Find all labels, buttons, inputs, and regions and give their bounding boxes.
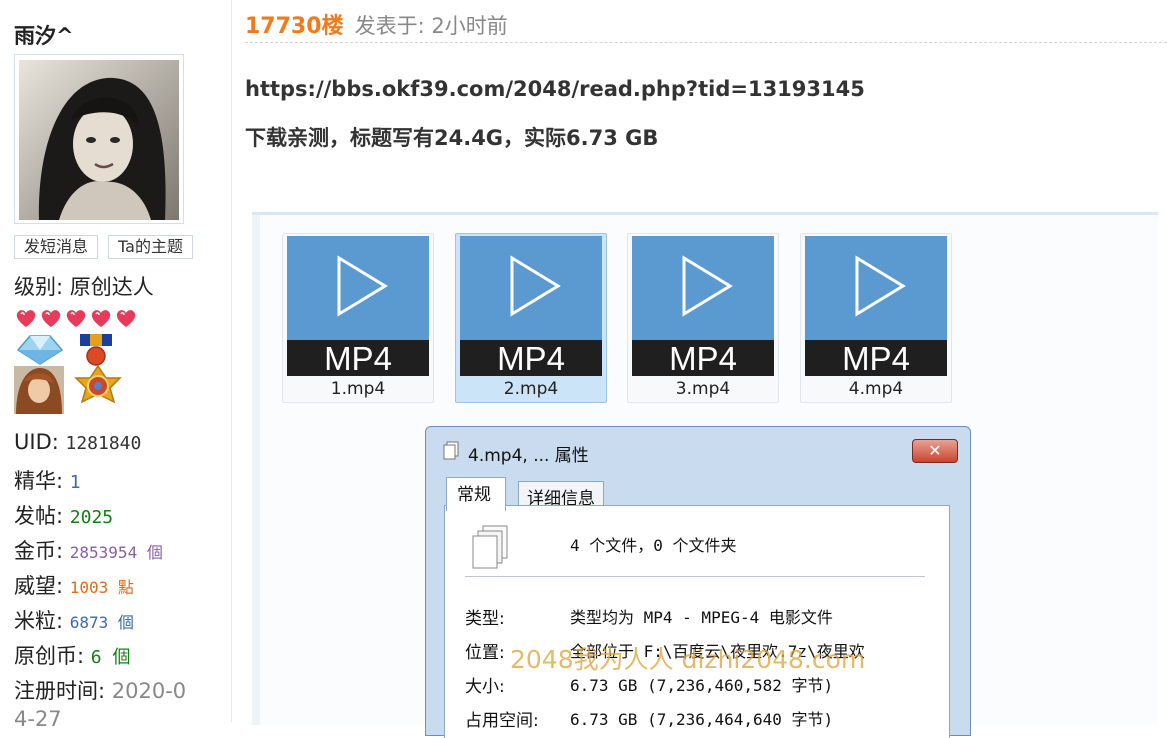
file-name: 3.mp4 [675,379,731,399]
mp4-file-icon: MP4 [632,236,774,376]
level-label: 级别: [14,275,64,299]
tab-general: 常规 [446,477,506,511]
file-name: 2.mp4 [503,379,559,399]
files-icon [443,441,459,460]
mp4-icon-label: MP4 [497,340,565,376]
stat-original-coins: 原创币: 6 個 [14,644,131,668]
character-avatar-icon[interactable] [14,366,64,414]
prop-location-label: 位置: [465,643,505,663]
post-link[interactable]: https://bbs.okf39.com/2048/read.php?tid=… [245,77,865,101]
post-header: 17730楼 发表于: 2小时前 [245,8,1167,43]
user-action-buttons: 发短消息 Ta的主题 [14,235,193,259]
stat-essence: 精华: 1 [14,469,81,493]
gold-badge-icon[interactable] [74,364,122,404]
mp4-icon-label: MP4 [842,340,910,376]
file-item: MP4 3.mp4 [627,233,779,403]
user-sidebar: 雨汐^ 发短消息 Ta的主题 级别: 原创达人 UID: 1281840 精华:… [0,0,232,731]
heart-icon [66,310,86,327]
diamond-medal-icon[interactable] [16,335,64,365]
level-value: 原创达人 [69,275,154,299]
post-screenshot-image[interactable]: MP4 1.mp4 MP4 2.mp4 MP4 3.mp4 MP4 4.mp4 [252,212,1158,738]
stat-uid: UID: 1281840 [14,430,142,454]
medal-group [14,332,134,420]
floor-number[interactable]: 17730楼 [245,14,344,39]
post-body-text: 下载亲测，标题写有24.4G，实际6.73 GB [245,126,659,150]
file-item: MP4 4.mp4 [800,233,952,403]
username[interactable]: 雨汐^ [14,20,74,50]
avatar[interactable] [14,54,184,224]
properties-dialog: 4.mp4, ... 属性 ✕ 常规 详细信息 4 个文件，0 个文件夹 类型:… [425,426,971,738]
mp4-file-icon: MP4 [287,236,429,376]
avatar-image [19,60,179,220]
multiple-files-icon [472,525,508,569]
prop-type-value: 类型均为 MP4 - MPEG-4 电影文件 [570,608,833,627]
stat-posts: 发帖: 2025 [14,504,114,528]
selection-summary: 4 个文件，0 个文件夹 [570,536,737,555]
file-name: 4.mp4 [848,379,904,399]
file-item: MP4 1.mp4 [282,233,434,403]
mp4-icon-label: MP4 [669,340,737,376]
stat-register-time: 注册时间: 2020-0 [14,679,187,703]
dialog-title: 4.mp4, ... 属性 [468,446,589,466]
heart-icon [16,310,36,327]
close-button: ✕ [912,439,958,463]
stat-prestige: 威望: 1003 點 [14,574,134,598]
stat-rice: 米粒: 6873 個 [14,609,134,633]
watermark-text: 2048我为人人 dizhi2048.com [510,645,866,674]
ribbon-medal-icon[interactable] [80,334,112,366]
prop-disk-size-label: 占用空间: [465,711,539,731]
stat-gold: 金币: 2853954 個 [14,539,163,563]
user-level: 级别: 原创达人 [14,271,154,301]
send-message-button[interactable]: 发短消息 [14,235,99,259]
file-item-selected: MP4 2.mp4 [455,233,607,403]
mp4-icon-label: MP4 [324,340,392,376]
heart-icon [116,310,136,327]
heart-icon [91,310,111,327]
prop-type-label: 类型: [465,609,505,629]
rank-hearts [14,308,138,328]
mp4-file-icon: MP4 [460,236,602,376]
prop-disk-size-value: 6.73 GB (7,236,464,640 字节) [570,710,834,729]
explorer-left-strip [252,215,260,725]
file-name: 1.mp4 [330,379,386,399]
prop-size-label: 大小: [465,677,505,697]
mp4-file-icon: MP4 [805,236,947,376]
post-time: 发表于: 2小时前 [354,14,508,38]
heart-icon [41,310,61,327]
dialog-panel: 4 个文件，0 个文件夹 类型: 类型均为 MP4 - MPEG-4 电影文件 … [444,505,950,738]
user-topics-button[interactable]: Ta的主题 [108,235,193,259]
stat-register-time-continued: 4-27 [14,707,62,731]
divider [465,576,925,577]
